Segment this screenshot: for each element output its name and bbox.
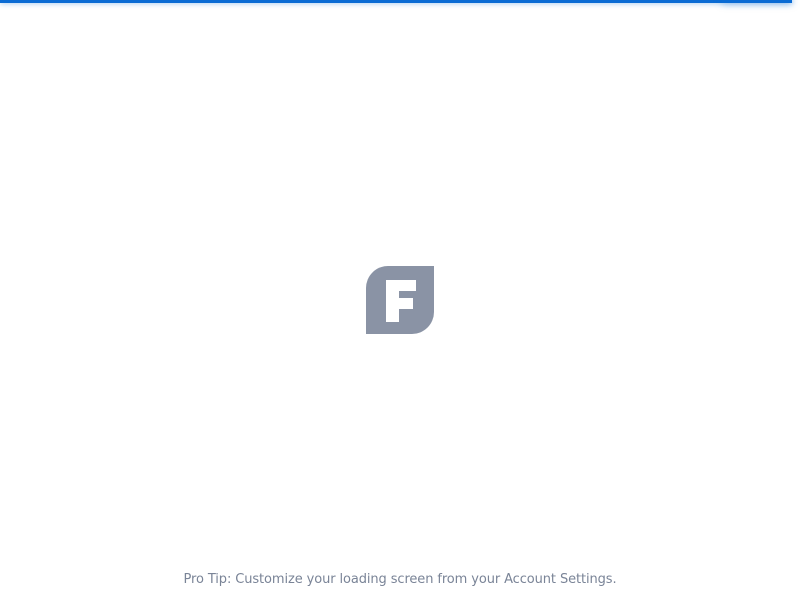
formstack-logo-icon bbox=[366, 266, 434, 334]
loading-progress-fill bbox=[0, 0, 792, 3]
loading-progress-glow bbox=[722, 0, 792, 3]
loading-progress-bar bbox=[0, 0, 800, 3]
loading-screen: Pro Tip: Customize your loading screen f… bbox=[0, 0, 800, 600]
pro-tip-text: Pro Tip: Customize your loading screen f… bbox=[183, 572, 617, 587]
